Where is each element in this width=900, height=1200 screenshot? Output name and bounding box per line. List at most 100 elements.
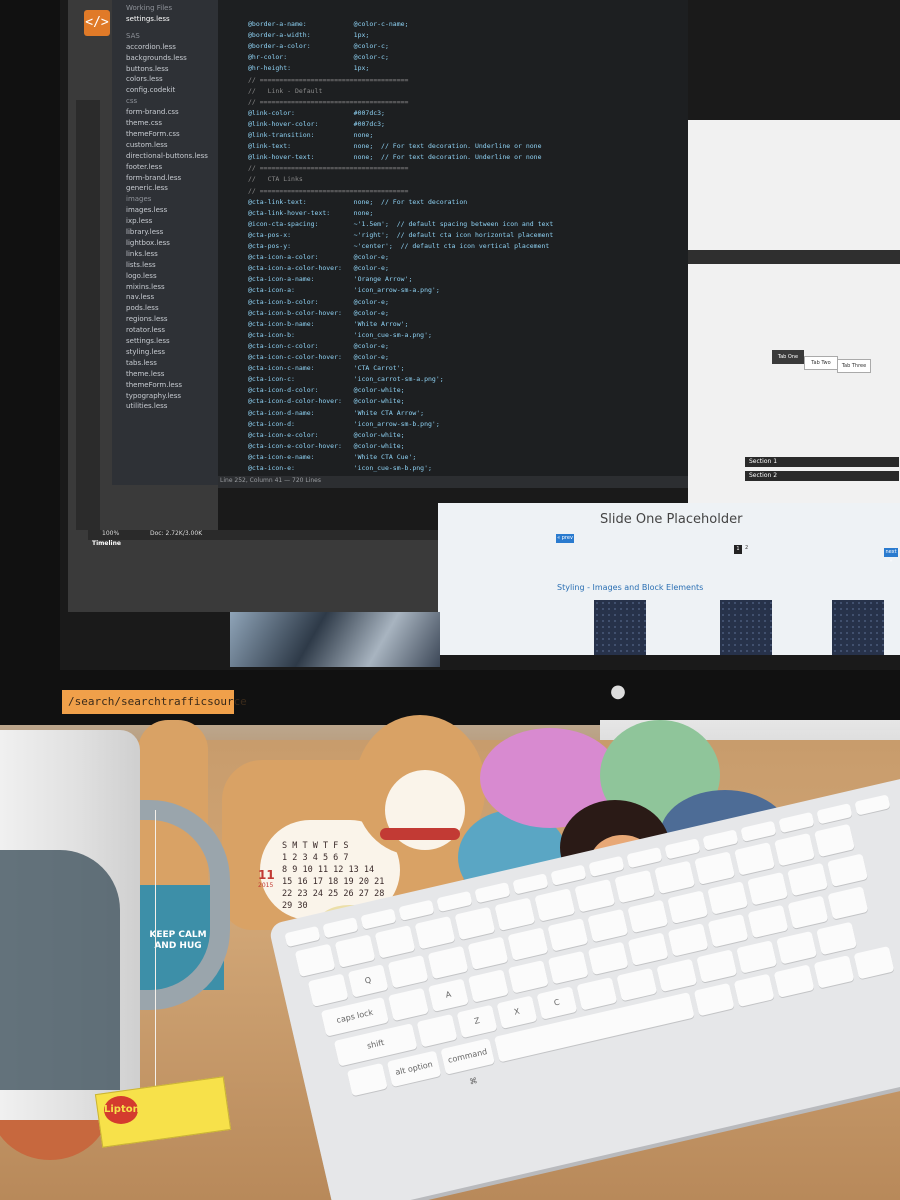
keyboard-key (740, 820, 777, 842)
code-line: @cta-icon-b-color: @color-e; (248, 297, 389, 306)
code-line: // =====================================… (248, 75, 409, 84)
keyboard-key (387, 954, 429, 989)
tab-two: Tab Two (804, 356, 838, 370)
sidebar-file: mixins.less (126, 282, 165, 291)
keyboard-key (816, 921, 858, 956)
zoom-level: 100% (102, 530, 120, 537)
keyboard-key (436, 890, 473, 913)
keyboard-key (787, 895, 829, 929)
sidebar-file: config.codekit (126, 86, 176, 95)
code-line: @cta-link-text: none; // For text decora… (248, 197, 468, 206)
code-line: @hr-height: 1px; (248, 64, 370, 73)
keyboard-key (414, 915, 456, 950)
keyboard-key (694, 851, 736, 885)
keyboard-key (616, 967, 658, 1002)
code-line: @border-a-width: 1px; (248, 31, 370, 40)
keyboard-key (702, 829, 739, 851)
doc-size: Doc: 2.72K/3.00K (150, 530, 203, 537)
code-line: @cta-icon-b-color-hover: @color-e; (248, 308, 389, 317)
sidebar-file: lists.less (126, 260, 156, 269)
code-line: // =====================================… (248, 186, 409, 195)
keyboard-key (398, 899, 435, 921)
keyboard-key (827, 853, 868, 887)
keyboard-key (664, 838, 701, 860)
keyboard-key (588, 855, 625, 877)
sidebar-file: backgrounds.less (126, 53, 187, 62)
keyboard-key: A (427, 978, 469, 1012)
keyboard-key (294, 943, 336, 978)
working-file: settings.less (126, 14, 170, 23)
sidebar-file: tabs.less (126, 358, 157, 367)
sidebar-file: library.less (126, 228, 164, 236)
code-line: @cta-icon-d-color: @color-white; (248, 386, 405, 395)
sidebar-file: pods.less (126, 304, 159, 313)
keyboard-key (707, 913, 749, 948)
keyboard-key (776, 930, 818, 965)
accordion-section-2: Section 2 (745, 471, 899, 481)
code-line: @cta-icon-b-name: 'White Arrow'; (248, 319, 409, 328)
keyboard-key (696, 949, 738, 983)
pagination-page-2: 2 (745, 545, 749, 551)
code-line: @hr-color: @color-c; (248, 53, 389, 62)
keyboard-key (547, 950, 589, 985)
code-line: @cta-icon-c-color-hover: @color-e; (248, 353, 389, 361)
keyboard-key (733, 973, 775, 1008)
sidebar-file: generic.less (126, 184, 168, 193)
keyboard-key (774, 832, 816, 867)
sidebar-file: styling.less (126, 347, 166, 356)
keyboard-key (778, 811, 815, 834)
keyboard-key (388, 987, 429, 1022)
timeline-label: Timeline (92, 540, 121, 547)
code-line: @cta-icon-e: 'icon_cue-sm-b.png'; (248, 464, 432, 472)
code-line: @cta-icon-a-name: 'Orange Arrow'; (248, 275, 413, 284)
code-line: @cta-link-hover-text: none; (248, 208, 374, 217)
keyboard-key (627, 932, 669, 966)
keyboard-key: command ⌘ (440, 1038, 495, 1087)
sidebar-file: theme.css (126, 119, 162, 127)
sidebar-file: accordion.less (126, 42, 176, 51)
code-line: @cta-pos-x: ~'right'; // default cta ico… (248, 230, 554, 239)
keyboard-key (547, 918, 589, 952)
sidebar-file: form-brand.css (126, 108, 179, 117)
keyboard-key (334, 934, 376, 968)
apple-logo-icon: ● (610, 681, 626, 702)
code-line: @cta-icon-a: 'icon_arrow-sm-a.png'; (248, 286, 440, 295)
corgi-collar (380, 828, 460, 840)
code-line: @link-transition: none; (248, 131, 374, 139)
sidebar-file: images.less (126, 206, 168, 215)
code-line: // Link - Default (248, 86, 323, 95)
keyboard-key (814, 823, 855, 858)
keyboard-key (626, 846, 663, 869)
keyboard-key (667, 890, 709, 924)
code-line: @icon-cta-spacing: ~'1.5em'; // default … (248, 219, 554, 228)
keyboard-key (693, 982, 735, 1017)
sidebar-header: Working Files (126, 4, 173, 12)
keyboard-key (550, 864, 587, 886)
keyboard-key (853, 945, 895, 980)
pattern-image-block (720, 600, 772, 655)
keyboard-key (854, 794, 891, 816)
keyboard-key (654, 860, 696, 895)
keyboard-key (827, 886, 869, 920)
code-line: // =====================================… (248, 164, 409, 173)
keyboard-key (507, 960, 549, 994)
sidebar-file: footer.less (126, 162, 163, 171)
keyboard-key (816, 803, 853, 825)
keyboard-key: Z (456, 1004, 498, 1039)
sidebar-file: directional-buttons.less (126, 151, 208, 160)
sidebar-file: regions.less (126, 315, 168, 324)
code-line: @cta-icon-e-name: 'White CTA Cue'; (248, 452, 417, 461)
sidebar-file: typography.less (126, 391, 182, 400)
photo-scene: </> Working Files settings.less SAS accordi… (0, 0, 900, 1200)
pattern-image-block (594, 600, 646, 655)
photoshop-status-bar (88, 530, 438, 540)
keyboard-key (734, 842, 776, 876)
tab-one: Tab One (772, 350, 804, 364)
sidebar-folder: css (126, 97, 138, 106)
code-line: @link-text: none; // For text decoration… (248, 142, 542, 151)
code-line: @cta-icon-b: 'icon_cue-sm-a.png'; (248, 330, 432, 339)
sidebar-file: ixp.less (126, 217, 153, 226)
sidebar-file: colors.less (126, 75, 163, 84)
sidebar-folder: images (126, 195, 152, 204)
code-line: @cta-pos-y: ~'center'; // default cta ic… (248, 242, 550, 250)
